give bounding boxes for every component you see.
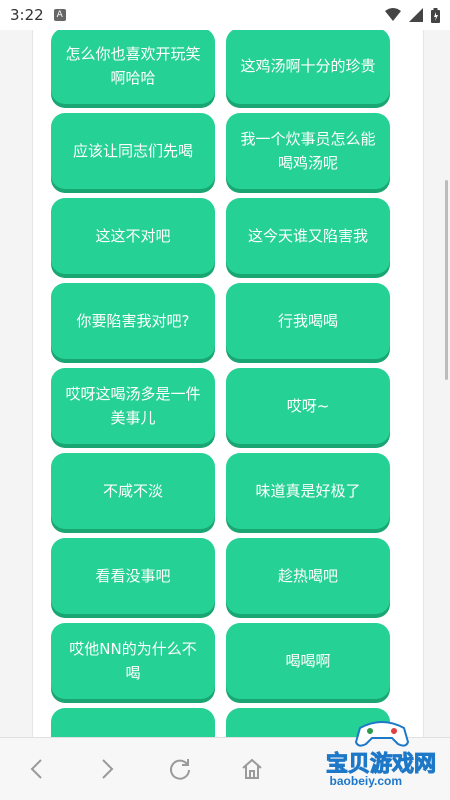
status-icons	[385, 7, 440, 23]
sound-button[interactable]: 这这不对吧	[51, 198, 215, 274]
sound-button-label: 这鸡汤啊十分的珍贵	[240, 57, 376, 75]
sound-button[interactable]: 哎他NN的为什么不喝	[51, 623, 215, 699]
sound-button[interactable]: 喝喝啊	[226, 623, 390, 699]
sound-button-label: 喝喝啊	[285, 652, 331, 670]
sound-button-label: 哎他NN的为什么不喝	[69, 640, 197, 682]
sound-button-label: 行我喝喝	[277, 312, 338, 330]
watermark-logo: 宝贝游戏网 baobeiy.com	[292, 716, 442, 796]
sound-button-label: 味道真是好极了	[255, 482, 361, 500]
sound-button[interactable]: 哎呀这喝汤多是一件美事儿	[51, 368, 215, 444]
gamepad-icon	[354, 721, 410, 747]
sound-button-grid: 怎么你也喜欢开玩笑啊哈哈 这鸡汤啊十分的珍贵应该让同志们先喝 我一个炊事员怎么能喝鸡…	[51, 30, 390, 737]
sound-button[interactable]: 怎么你也喜欢开玩笑啊哈哈	[51, 30, 215, 104]
refresh-icon	[170, 759, 190, 780]
refresh-button[interactable]	[144, 738, 216, 800]
home-icon	[242, 758, 262, 779]
sound-button[interactable]: 趁热喝吧	[226, 538, 390, 614]
browser-toolbar: 宝贝游戏网 baobeiy.com	[0, 721, 450, 800]
sound-button[interactable]: 行我喝喝	[226, 283, 390, 359]
sound-button-label: 应该让同志们先喝	[72, 142, 193, 160]
sound-button[interactable]: 不咸不淡	[51, 453, 215, 529]
sound-button[interactable]: 看看没事吧	[51, 538, 215, 614]
sound-button[interactable]: 这今天谁又陷害我	[226, 198, 390, 274]
sound-button-label: 我一个炊事员怎么能喝鸡汤呢	[240, 130, 376, 172]
sound-button[interactable]: 应该让同志们先喝	[51, 113, 215, 189]
sound-button[interactable]: 我一个炊事员怎么能喝鸡汤呢	[226, 113, 390, 189]
sound-button-label: 哎呀~	[286, 397, 330, 415]
sound-button[interactable]: 你要陷害我对吧?	[51, 283, 215, 359]
sound-button[interactable]	[51, 708, 215, 737]
back-button[interactable]	[0, 738, 72, 800]
status-time: 3:22	[10, 6, 44, 24]
sound-button-label: 不咸不淡	[102, 482, 163, 500]
forward-button[interactable]	[72, 738, 144, 800]
page-card: 怎么你也喜欢开玩笑啊哈哈 这鸡汤啊十分的珍贵应该让同志们先喝 我一个炊事员怎么能喝鸡…	[32, 30, 424, 737]
sound-button-label: 看看没事吧	[95, 567, 171, 585]
wifi-icon	[385, 8, 401, 21]
sound-button-label: 你要陷害我对吧?	[76, 312, 190, 330]
sound-button-label: 这今天谁又陷害我	[247, 227, 368, 245]
sound-button[interactable]: 味道真是好极了	[226, 453, 390, 529]
notification-icon: A	[53, 9, 66, 21]
status-bar: 3:22 A	[0, 0, 450, 30]
sound-button-label: 这这不对吧	[95, 227, 171, 245]
sound-button-label: 趁热喝吧	[277, 567, 338, 585]
battery-icon	[431, 7, 440, 23]
watermark-url: baobeiy.com	[329, 774, 402, 788]
back-icon	[30, 759, 42, 779]
sound-button[interactable]: 哎呀~	[226, 368, 390, 444]
home-button[interactable]	[216, 738, 288, 800]
web-content[interactable]: 怎么你也喜欢开玩笑啊哈哈 这鸡汤啊十分的珍贵应该让同志们先喝 我一个炊事员怎么能喝鸡…	[0, 30, 450, 737]
signal-icon	[409, 8, 423, 22]
forward-icon	[102, 759, 114, 779]
scrollbar[interactable]	[445, 180, 448, 380]
sound-button-label: 怎么你也喜欢开玩笑啊哈哈	[65, 45, 201, 87]
sound-button-label: 哎呀这喝汤多是一件美事儿	[65, 385, 201, 427]
sound-button[interactable]: 这鸡汤啊十分的珍贵	[226, 30, 390, 104]
